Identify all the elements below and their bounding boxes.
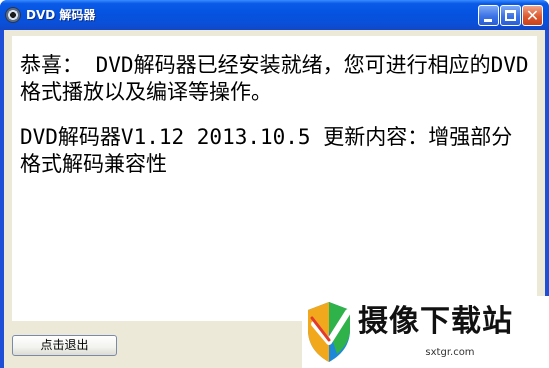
site-watermark: 摄像下载站 sxtgr.com (302, 296, 549, 368)
disc-icon[interactable] (5, 7, 21, 23)
install-message: 恭喜： DVD解码器已经安装就绪，您可进行相应的DVD格式播放以及编译等操作。 (20, 53, 529, 104)
watermark-url: sxtgr.com (425, 347, 475, 358)
title-bar[interactable]: DVD 解码器 ✕ (0, 0, 549, 30)
close-icon: ✕ (525, 6, 540, 25)
close-button[interactable]: ✕ (522, 5, 543, 26)
update-message: DVD解码器V1.12 2013.10.5 更新内容：增强部分格式解码兼容性 (20, 125, 513, 176)
minimize-icon (484, 19, 492, 22)
watermark-site-name: 摄像下载站 (358, 304, 513, 339)
shield-logo-icon (308, 302, 351, 362)
exit-button[interactable]: 点击退出 (12, 335, 117, 356)
message-panel: 恭喜： DVD解码器已经安装就绪，您可进行相应的DVD格式播放以及编译等操作。 … (12, 36, 537, 321)
window-title: DVD 解码器 (26, 8, 96, 22)
maximize-icon (505, 10, 516, 21)
maximize-button[interactable] (500, 5, 521, 26)
minimize-button[interactable] (478, 5, 499, 26)
